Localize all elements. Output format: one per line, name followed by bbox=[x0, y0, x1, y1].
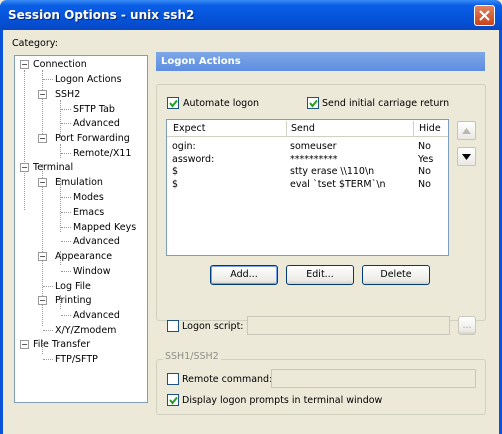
appearance-expander[interactable]: − bbox=[38, 252, 47, 261]
display-prompts-label: Display logon prompts in terminal window bbox=[182, 395, 383, 406]
row-send[interactable]: eval `tset $TERM`\n bbox=[290, 179, 386, 190]
tree-item-remote-x11[interactable]: Remote/X11 bbox=[73, 147, 131, 160]
file-transfer-expander[interactable]: − bbox=[20, 340, 29, 349]
send-cr-label: Send initial carriage return bbox=[322, 98, 450, 109]
tree-item-logon-actions[interactable]: Logon Actions bbox=[55, 73, 122, 86]
remote-command-label: Remote command: bbox=[182, 374, 273, 385]
row-send[interactable]: stty erase \\110\n bbox=[290, 166, 374, 177]
tree-item-window[interactable]: Window bbox=[73, 265, 110, 278]
printing-expander[interactable]: − bbox=[38, 296, 47, 305]
row-expect[interactable]: ogin: bbox=[172, 141, 196, 152]
row-expect[interactable]: assword: bbox=[172, 154, 214, 165]
tree-item-terminal[interactable]: Terminal bbox=[33, 161, 73, 174]
tree-item-log-file[interactable]: Log File bbox=[55, 280, 91, 293]
tree-item-modes[interactable]: Modes bbox=[73, 191, 104, 204]
expect-send-list[interactable]: Expect Send Hide ogin: someuser No assword:… bbox=[166, 119, 449, 256]
dialog-client: Category: − Connection Logon Actions − S… bbox=[3, 30, 499, 434]
tree-item-printing-advanced[interactable]: Advanced bbox=[73, 309, 120, 322]
tree-item-mapped-keys[interactable]: Mapped Keys bbox=[73, 221, 136, 234]
logon-script-input[interactable] bbox=[247, 316, 450, 335]
automate-logon-label: Automate logon bbox=[183, 98, 260, 109]
tree-item-emulation[interactable]: Emulation bbox=[55, 176, 103, 189]
column-send[interactable]: Send bbox=[291, 123, 315, 134]
add-button[interactable]: Add... bbox=[210, 265, 278, 285]
row-hide[interactable]: No bbox=[418, 141, 431, 152]
ssh-group-title: SSH1/SSH2 bbox=[163, 351, 221, 362]
session-options-window: Session Options - unix ssh2 Category: − … bbox=[0, 0, 502, 434]
tree-item-ftp-sftp[interactable]: FTP/SFTP bbox=[55, 353, 98, 366]
column-expect[interactable]: Expect bbox=[173, 123, 205, 134]
checkmark-icon bbox=[169, 99, 178, 108]
terminal-expander[interactable]: − bbox=[20, 163, 29, 172]
connection-expander[interactable]: − bbox=[20, 60, 29, 69]
automate-logon-checkbox[interactable] bbox=[167, 97, 179, 109]
move-up-button[interactable] bbox=[457, 121, 476, 140]
list-header: Expect Send Hide bbox=[167, 120, 448, 137]
browse-script-button[interactable]: ... bbox=[458, 316, 476, 335]
close-icon bbox=[479, 10, 490, 21]
tree-item-emacs[interactable]: Emacs bbox=[73, 206, 104, 219]
down-arrow-icon bbox=[462, 154, 471, 160]
row-expect[interactable]: $ bbox=[172, 166, 178, 177]
send-cr-checkbox[interactable] bbox=[307, 97, 319, 109]
row-send[interactable]: ********** bbox=[290, 154, 338, 165]
tree-item-ssh2[interactable]: SSH2 bbox=[55, 88, 80, 101]
tree-item-ssh2-advanced[interactable]: Advanced bbox=[73, 117, 120, 130]
emulation-expander[interactable]: − bbox=[38, 178, 47, 187]
move-down-button[interactable] bbox=[457, 147, 476, 166]
row-expect[interactable]: $ bbox=[172, 179, 178, 190]
tree-item-connection[interactable]: Connection bbox=[33, 58, 87, 71]
tree-item-printing[interactable]: Printing bbox=[55, 294, 92, 307]
remote-command-checkbox[interactable] bbox=[167, 373, 179, 385]
tree-item-appearance[interactable]: Appearance bbox=[55, 250, 112, 263]
window-title: Session Options - unix ssh2 bbox=[8, 8, 195, 22]
row-hide[interactable]: No bbox=[418, 166, 431, 177]
ssh2-expander[interactable]: − bbox=[38, 90, 47, 99]
logon-script-label: Logon script: bbox=[182, 321, 244, 332]
port-forwarding-expander[interactable]: − bbox=[38, 134, 47, 143]
up-arrow-icon bbox=[462, 128, 471, 134]
delete-button[interactable]: Delete bbox=[362, 265, 430, 285]
tree-item-emulation-advanced[interactable]: Advanced bbox=[73, 235, 120, 248]
category-label: Category: bbox=[12, 38, 58, 49]
checkmark-icon bbox=[169, 396, 178, 405]
tree-item-sftp-tab[interactable]: SFTP Tab bbox=[73, 103, 115, 116]
checkmark-icon bbox=[309, 99, 318, 108]
row-hide[interactable]: Yes bbox=[418, 154, 433, 165]
tree-item-file-transfer[interactable]: File Transfer bbox=[33, 338, 90, 351]
remote-command-input[interactable] bbox=[271, 369, 476, 388]
panel-header: Logon Actions bbox=[156, 52, 485, 71]
logon-script-checkbox[interactable] bbox=[167, 320, 179, 332]
tree-item-port-forwarding[interactable]: Port Forwarding bbox=[55, 132, 130, 145]
title-bar[interactable]: Session Options - unix ssh2 bbox=[0, 0, 502, 30]
edit-button[interactable]: Edit... bbox=[286, 265, 354, 285]
close-button[interactable] bbox=[474, 5, 495, 26]
category-tree[interactable]: − Connection Logon Actions − SSH2 SFTP T… bbox=[14, 55, 148, 403]
row-send[interactable]: someuser bbox=[290, 141, 337, 152]
tree-item-xyzmodem[interactable]: X/Y/Zmodem bbox=[55, 324, 116, 337]
display-prompts-checkbox[interactable] bbox=[167, 394, 179, 406]
column-hide[interactable]: Hide bbox=[419, 123, 441, 134]
row-hide[interactable]: No bbox=[418, 179, 431, 190]
